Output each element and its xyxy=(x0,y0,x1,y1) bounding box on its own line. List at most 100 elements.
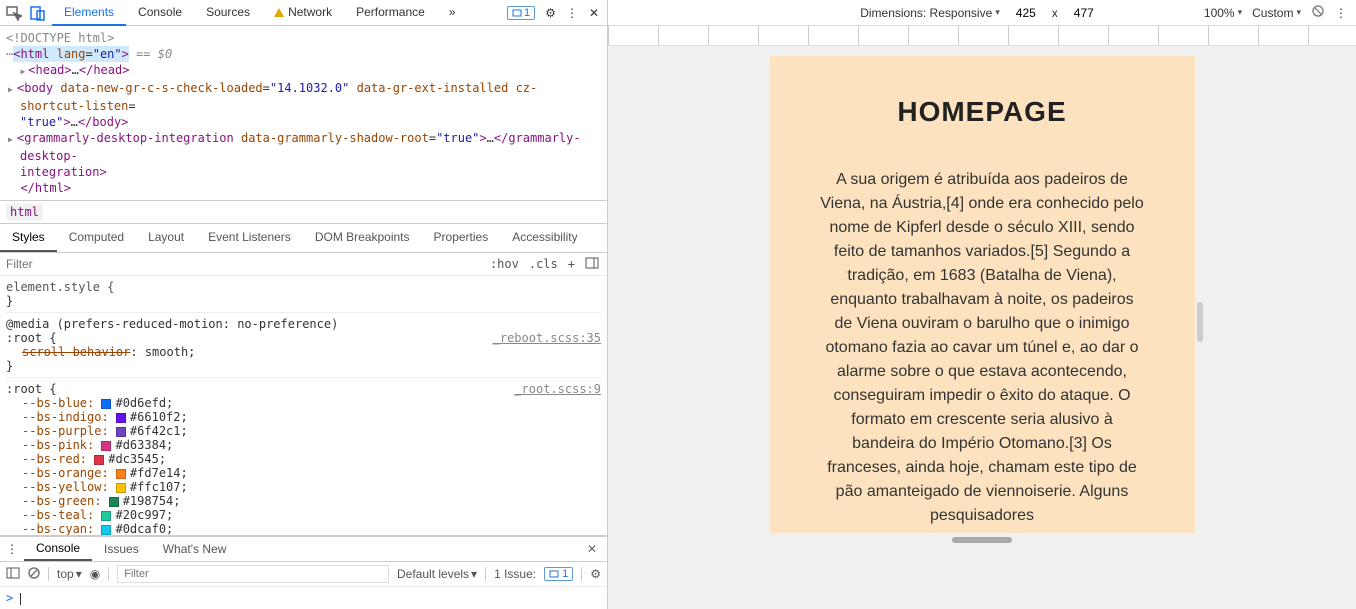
css-var-row[interactable]: --bs-cyan: #0dcaf0; xyxy=(6,522,601,535)
root-rule-1[interactable]: :root { xyxy=(6,331,57,345)
css-var-row[interactable]: --bs-green: #198754; xyxy=(6,494,601,508)
console-settings-icon[interactable]: ⚙ xyxy=(590,567,601,581)
dom-html-open[interactable]: ⋯<html lang="en"> == $0 xyxy=(6,46,601,62)
console-filter-input[interactable] xyxy=(117,565,389,583)
context-selector[interactable]: top ▾ xyxy=(57,567,82,581)
css-var-row[interactable]: --bs-purple: #6f42c1; xyxy=(6,424,601,438)
tab-console[interactable]: Console xyxy=(126,0,194,26)
drawer-kebab-icon[interactable]: ⋮ xyxy=(0,542,24,556)
close-icon[interactable]: ✕ xyxy=(589,6,599,20)
tab-styles[interactable]: Styles xyxy=(0,224,57,252)
css-var-row[interactable]: --bs-yellow: #ffc107; xyxy=(6,480,601,494)
dom-grammarly[interactable]: <grammarly-desktop-integration data-gram… xyxy=(6,130,601,180)
color-swatch[interactable] xyxy=(116,413,126,423)
device-toggle-icon[interactable] xyxy=(30,5,46,21)
width-input[interactable] xyxy=(1006,6,1046,20)
root-rule-2[interactable]: :root { xyxy=(6,382,57,396)
drawer: ⋮ Console Issues What's New ✕ top ▾ ◉ De… xyxy=(0,535,607,609)
css-var-row[interactable]: --bs-indigo: #6610f2; xyxy=(6,410,601,424)
issue-count-label[interactable]: 1 Issue: xyxy=(494,567,536,581)
css-scroll-behavior[interactable]: scroll-behavior xyxy=(22,345,130,359)
cls-toggle[interactable]: .cls xyxy=(529,257,558,271)
eye-icon[interactable]: ◉ xyxy=(90,567,100,581)
device-frame[interactable]: HOMEPAGE A sua origem é atribuída aos pa… xyxy=(770,56,1195,533)
dom-doctype[interactable]: <!DOCTYPE html> xyxy=(6,30,601,46)
tab-layout[interactable]: Layout xyxy=(136,224,196,252)
dim-sep: x xyxy=(1052,6,1058,20)
breadcrumb[interactable]: html xyxy=(0,200,607,224)
add-rule-button[interactable]: + xyxy=(568,257,575,271)
tab-sources[interactable]: Sources xyxy=(194,0,262,26)
css-var-row[interactable]: --bs-blue: #0d6efd; xyxy=(6,396,601,410)
color-swatch[interactable] xyxy=(101,511,111,521)
brace-close: } xyxy=(6,294,601,308)
styles-content[interactable]: element.style { } @media (prefers-reduce… xyxy=(0,276,607,535)
preset-dropdown[interactable]: Custom xyxy=(1252,6,1301,20)
clear-console-icon[interactable] xyxy=(28,567,40,582)
page-title: HOMEPAGE xyxy=(820,96,1145,128)
issue-info-badge[interactable]: 1 xyxy=(544,567,573,581)
dom-tree[interactable]: <!DOCTYPE html> ⋯<html lang="en"> == $0 … xyxy=(0,26,607,200)
issues-count: 1 xyxy=(524,7,530,19)
tab-computed[interactable]: Computed xyxy=(57,224,136,252)
rotate-icon[interactable] xyxy=(1311,4,1325,21)
source-link-1[interactable]: _reboot.scss:35 xyxy=(493,331,601,345)
color-swatch[interactable] xyxy=(101,525,111,535)
viewport: HOMEPAGE A sua origem é atribuída aos pa… xyxy=(608,46,1356,609)
devtools-header: Elements Console Sources Network Perform… xyxy=(0,0,607,26)
drawer-close-icon[interactable]: ✕ xyxy=(577,542,607,556)
css-var-row[interactable]: --bs-teal: #20c997; xyxy=(6,508,601,522)
issues-badge[interactable]: 1 xyxy=(507,6,535,20)
device-kebab-icon[interactable]: ⋮ xyxy=(1335,6,1348,20)
resize-handle-bottom[interactable] xyxy=(952,537,1012,543)
drawer-tab-console[interactable]: Console xyxy=(24,537,92,561)
page-text: A sua origem é atribuída aos padeiros de… xyxy=(820,168,1145,528)
hov-toggle[interactable]: :hov xyxy=(490,257,519,271)
height-input[interactable] xyxy=(1064,6,1104,20)
ruler[interactable] xyxy=(608,26,1356,46)
color-swatch[interactable] xyxy=(116,427,126,437)
color-swatch[interactable] xyxy=(116,469,126,479)
tab-dom-breakpoints[interactable]: DOM Breakpoints xyxy=(303,224,422,252)
breadcrumb-item[interactable]: html xyxy=(6,204,43,220)
css-var-row[interactable]: --bs-pink: #d63384; xyxy=(6,438,601,452)
resize-handle-right[interactable] xyxy=(1197,302,1203,342)
tab-elements[interactable]: Elements xyxy=(52,0,126,26)
sidebar-toggle-icon[interactable] xyxy=(585,256,599,273)
inspect-icon[interactable] xyxy=(6,5,22,21)
tab-properties[interactable]: Properties xyxy=(422,224,501,252)
styles-tabs: Styles Computed Layout Event Listeners D… xyxy=(0,224,607,253)
color-swatch[interactable] xyxy=(109,497,119,507)
log-levels-selector[interactable]: Default levels ▾ xyxy=(397,567,477,581)
dimensions-dropdown[interactable]: Dimensions: Responsive xyxy=(860,6,1000,20)
styles-filter-input[interactable] xyxy=(0,253,482,275)
tab-network[interactable]: Network xyxy=(262,0,344,26)
css-var-row[interactable]: --bs-orange: #fd7e14; xyxy=(6,466,601,480)
source-link-2[interactable]: _root.scss:9 xyxy=(514,382,601,396)
dom-head[interactable]: <head>…</head> xyxy=(6,62,601,80)
brace-close: } xyxy=(6,359,601,373)
dom-html-close[interactable]: </html> xyxy=(6,180,601,196)
element-style-rule[interactable]: element.style { xyxy=(6,280,114,294)
color-swatch[interactable] xyxy=(116,483,126,493)
kebab-icon[interactable]: ⋮ xyxy=(566,6,579,20)
gear-icon[interactable]: ⚙ xyxy=(545,6,556,20)
tab-event-listeners[interactable]: Event Listeners xyxy=(196,224,303,252)
drawer-tab-whatsnew[interactable]: What's New xyxy=(151,538,239,560)
page-content: HOMEPAGE A sua origem é atribuída aos pa… xyxy=(770,56,1195,533)
dom-body[interactable]: <body data-new-gr-c-s-check-loaded="14.1… xyxy=(6,80,601,130)
color-swatch[interactable] xyxy=(101,399,111,409)
drawer-tab-issues[interactable]: Issues xyxy=(92,538,151,560)
console-sidebar-toggle-icon[interactable] xyxy=(6,566,20,583)
devtools-panel: Elements Console Sources Network Perform… xyxy=(0,0,608,609)
tab-performance[interactable]: Performance xyxy=(344,0,437,26)
zoom-dropdown[interactable]: 100% xyxy=(1204,6,1242,20)
device-toolbar: Dimensions: Responsive x 100% Custom ⋮ xyxy=(608,0,1356,26)
media-rule[interactable]: @media (prefers-reduced-motion: no-prefe… xyxy=(6,317,338,331)
console-prompt[interactable]: > xyxy=(0,587,607,609)
color-swatch[interactable] xyxy=(101,441,111,451)
tab-more[interactable]: » xyxy=(437,0,468,26)
css-var-row[interactable]: --bs-red: #dc3545; xyxy=(6,452,601,466)
color-swatch[interactable] xyxy=(94,455,104,465)
tab-accessibility[interactable]: Accessibility xyxy=(500,224,589,252)
